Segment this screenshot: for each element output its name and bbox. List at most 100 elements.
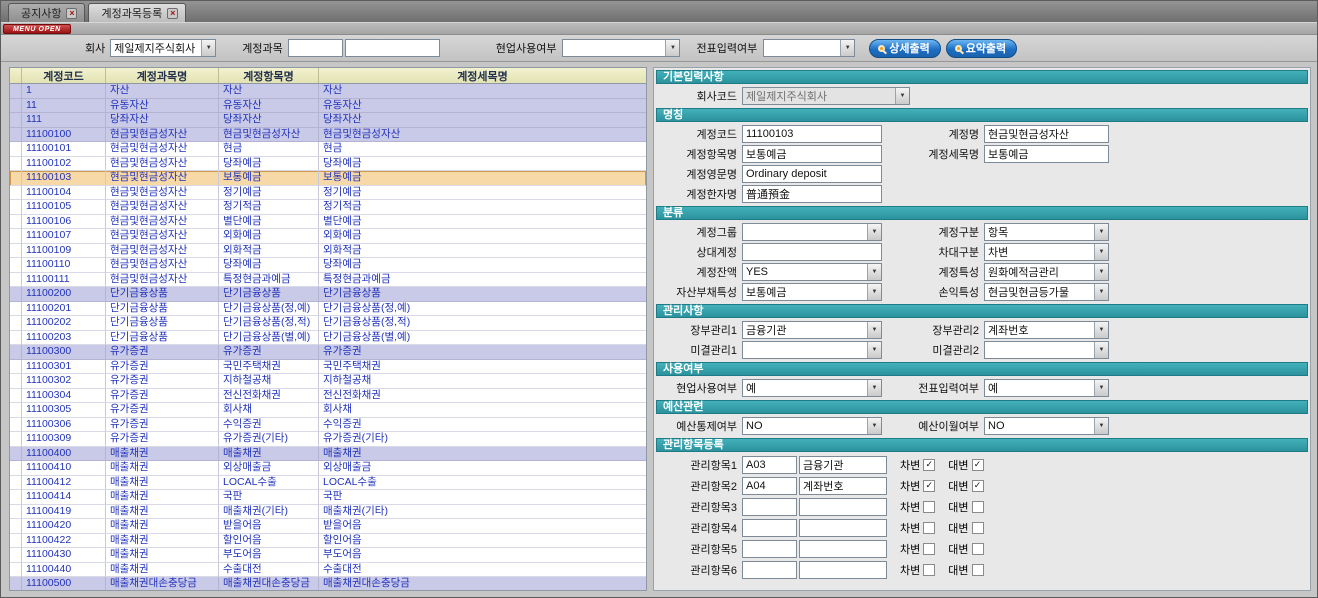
grid-cell-code[interactable]: 11100109 <box>22 244 106 259</box>
chevron-down-icon[interactable]: ▼ <box>1094 342 1108 358</box>
grid-cell-item[interactable]: 현금및현금성자산 <box>219 128 319 143</box>
grid-cell-code[interactable]: 11100410 <box>22 461 106 476</box>
grid-cell-subject[interactable]: 매출채권대손충당금 <box>106 577 219 591</box>
grid-cell-detail[interactable]: 특정현금과예금 <box>319 273 646 288</box>
grid-cell-code[interactable]: 111 <box>22 113 106 128</box>
grid-cell-item[interactable]: LOCAL수출 <box>219 476 319 491</box>
grid-cell-item[interactable]: 별단예금 <box>219 215 319 230</box>
grid-cell-detail[interactable]: 지하철공채 <box>319 374 646 389</box>
account-name-input[interactable] <box>984 125 1109 143</box>
grid-cell-subject[interactable]: 현금및현금성자산 <box>106 229 219 244</box>
grid-cell-detail[interactable]: 회사채 <box>319 403 646 418</box>
grid-cell-code[interactable]: 11100107 <box>22 229 106 244</box>
grid-cell-detail[interactable]: 별단예금 <box>319 215 646 230</box>
grid-cell-item[interactable]: 매출채권대손충당금 <box>219 577 319 591</box>
grid-cell-detail[interactable]: 국민주택채권 <box>319 360 646 375</box>
grid-cell-detail[interactable]: 국판 <box>319 490 646 505</box>
grid-cell-item[interactable]: 특정현금과예금 <box>219 273 319 288</box>
grid-cell-detail[interactable]: 단기금융상품(별,예) <box>319 331 646 346</box>
grid-cell-item[interactable]: 매출채권(기타) <box>219 505 319 520</box>
row-select-gutter[interactable] <box>10 534 22 549</box>
table-row[interactable]: 111당좌자산당좌자산당좌자산 <box>10 113 646 128</box>
grid-cell-code[interactable]: 11100110 <box>22 258 106 273</box>
table-row[interactable]: 11100102현금및현금성자산당좌예금당좌예금 <box>10 157 646 172</box>
grid-cell-item[interactable]: 유동자산 <box>219 99 319 114</box>
debit-credit-gubun-select[interactable]: 차변 ▼ <box>984 243 1109 261</box>
grid-cell-item[interactable]: 단기금융상품 <box>219 287 319 302</box>
grid-cell-code[interactable]: 11100300 <box>22 345 106 360</box>
row-select-gutter[interactable] <box>10 476 22 491</box>
grid-cell-detail[interactable]: 수출대전 <box>319 563 646 578</box>
grid-cell-subject[interactable]: 유가증권 <box>106 418 219 433</box>
grid-cell-item[interactable]: 당좌예금 <box>219 258 319 273</box>
grid-cell-code[interactable]: 11100412 <box>22 476 106 491</box>
field-use-detail-select[interactable]: 예 ▼ <box>742 379 882 397</box>
grid-cell-detail[interactable]: 전신전화채권 <box>319 389 646 404</box>
grid-cell-subject[interactable]: 매출채권 <box>106 505 219 520</box>
menu-open-button[interactable]: MENU OPEN <box>3 24 71 34</box>
book-mgmt1-select[interactable]: 금융기관 ▼ <box>742 321 882 339</box>
row-select-gutter[interactable] <box>10 128 22 143</box>
table-row[interactable]: 11100202단기금융상품단기금융상품(정,적)단기금융상품(정,적) <box>10 316 646 331</box>
account-code-input[interactable] <box>742 125 882 143</box>
grid-cell-detail[interactable]: 수익증권 <box>319 418 646 433</box>
debit-checkbox[interactable]: ✓ <box>923 480 935 492</box>
credit-checkbox[interactable] <box>972 501 984 513</box>
grid-cell-subject[interactable]: 유가증권 <box>106 374 219 389</box>
table-row[interactable]: 11100109현금및현금성자산외화적금외화적금 <box>10 244 646 259</box>
row-select-gutter[interactable] <box>10 490 22 505</box>
table-row[interactable]: 11100200단기금융상품단기금융상품단기금융상품 <box>10 287 646 302</box>
grid-cell-item[interactable]: 현금 <box>219 142 319 157</box>
account-name-search-input[interactable] <box>345 39 440 57</box>
credit-checkbox[interactable]: ✓ <box>972 480 984 492</box>
chevron-down-icon[interactable]: ▼ <box>201 40 215 56</box>
grid-cell-detail[interactable]: 당좌예금 <box>319 157 646 172</box>
chevron-down-icon[interactable]: ▼ <box>1094 264 1108 280</box>
debit-checkbox[interactable] <box>923 564 935 576</box>
mgmt-item-code-input[interactable] <box>742 477 797 495</box>
grid-cell-subject[interactable]: 유동자산 <box>106 99 219 114</box>
grid-cell-subject[interactable]: 매출채권 <box>106 447 219 462</box>
row-select-gutter[interactable] <box>10 244 22 259</box>
grid-cell-subject[interactable]: 매출채권 <box>106 490 219 505</box>
row-select-gutter[interactable] <box>10 505 22 520</box>
table-row[interactable]: 11100500매출채권대손충당금매출채권대손충당금매출채권대손충당금 <box>10 577 646 591</box>
grid-cell-detail[interactable]: 자산 <box>319 84 646 99</box>
opponent-account-input[interactable] <box>742 243 882 261</box>
grid-cell-code[interactable]: 11100105 <box>22 200 106 215</box>
grid-cell-subject[interactable]: 단기금융상품 <box>106 316 219 331</box>
table-row[interactable]: 11100422매출채권할인어음할인어음 <box>10 534 646 549</box>
grid-cell-item[interactable]: 할인어음 <box>219 534 319 549</box>
grid-cell-detail[interactable]: 정기예금 <box>319 186 646 201</box>
chevron-down-icon[interactable]: ▼ <box>895 88 909 104</box>
chevron-down-icon[interactable]: ▼ <box>867 418 881 434</box>
grid-cell-subject[interactable]: 당좌자산 <box>106 113 219 128</box>
mgmt-item-name-input[interactable] <box>799 477 887 495</box>
grid-cell-code[interactable]: 11100422 <box>22 534 106 549</box>
account-gubun-select[interactable]: 항목 ▼ <box>984 223 1109 241</box>
grid-cell-subject[interactable]: 매출채권 <box>106 534 219 549</box>
table-row[interactable]: 11100103현금및현금성자산보통예금보통예금 <box>10 171 646 186</box>
table-row[interactable]: 11100306유가증권수익증권수익증권 <box>10 418 646 433</box>
tab-notice[interactable]: 공지사항 × <box>8 3 85 22</box>
asset-liability-trait-select[interactable]: 보통예금 ▼ <box>742 283 882 301</box>
grid-cell-code[interactable]: 11 <box>22 99 106 114</box>
row-select-gutter[interactable] <box>10 273 22 288</box>
grid-cell-item[interactable]: 매출채권 <box>219 447 319 462</box>
grid-cell-detail[interactable]: 외화예금 <box>319 229 646 244</box>
row-select-gutter[interactable] <box>10 142 22 157</box>
grid-cell-item[interactable]: 단기금융상품(별,예) <box>219 331 319 346</box>
grid-cell-code[interactable]: 11100440 <box>22 563 106 578</box>
tab-account-registration[interactable]: 계정과목등록 × <box>88 3 186 22</box>
mgmt-item-code-input[interactable] <box>742 561 797 579</box>
grid-cell-code[interactable]: 11100305 <box>22 403 106 418</box>
table-row[interactable]: 11100304유가증권전신전화채권전신전화채권 <box>10 389 646 404</box>
account-hanja-name-input[interactable] <box>742 185 882 203</box>
debit-checkbox[interactable] <box>923 501 935 513</box>
grid-cell-detail[interactable]: 단기금융상품(정,예) <box>319 302 646 317</box>
grid-cell-item[interactable]: 유가증권 <box>219 345 319 360</box>
mgmt-item-code-input[interactable] <box>742 456 797 474</box>
grid-cell-code[interactable]: 11100301 <box>22 360 106 375</box>
grid-cell-code[interactable]: 11100414 <box>22 490 106 505</box>
table-row[interactable]: 11100203단기금융상품단기금융상품(별,예)단기금융상품(별,예) <box>10 331 646 346</box>
